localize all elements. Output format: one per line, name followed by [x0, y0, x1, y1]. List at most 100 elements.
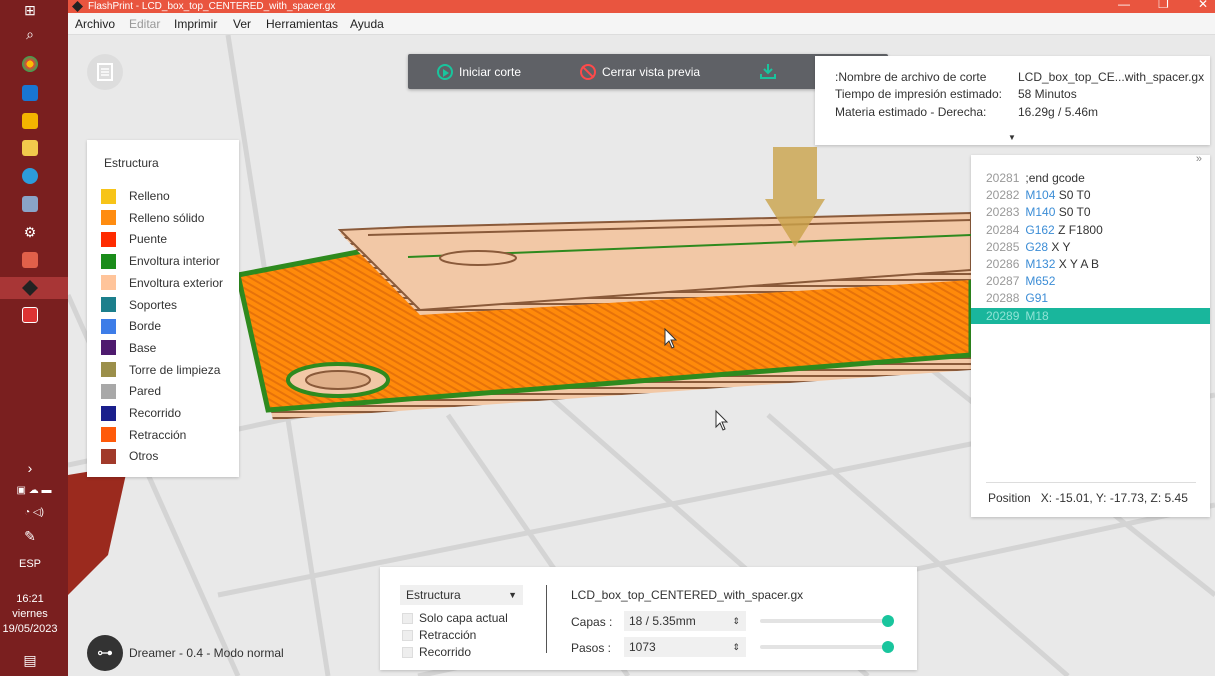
- filename-label: LCD_box_top_CENTERED_with_spacer.gx: [571, 588, 804, 602]
- dropdown-arrow-icon: ▼: [508, 590, 517, 600]
- edge-icon[interactable]: [22, 168, 38, 184]
- structure-legend: Estructura Relleno Relleno sólido Puente En…: [87, 140, 239, 477]
- windows-start-icon[interactable]: ⊞: [20, 0, 40, 20]
- gcode-line[interactable]: 20284 G162 Z F1800: [971, 222, 1210, 238]
- export-button[interactable]: [759, 62, 777, 80]
- line-number: 20287: [986, 274, 1020, 289]
- spinner-arrows-icon[interactable]: ⇕: [732, 637, 740, 657]
- menu-ayuda[interactable]: Ayuda: [350, 17, 384, 31]
- close-preview-label: Cerrar vista previa: [602, 65, 701, 79]
- gcode-line[interactable]: 20289 M18: [971, 307, 1210, 324]
- layer-control-panel: Estructura ▼ Solo capa actual Retracción…: [380, 567, 917, 670]
- layers-spinbox[interactable]: 18 / 5.35mm ⇕: [624, 611, 746, 631]
- gcode-args: S0 T0: [1055, 205, 1091, 220]
- photos-icon[interactable]: [22, 196, 38, 212]
- start-slice-label: Iniciar corte: [459, 65, 522, 79]
- network-volume-icon[interactable]: ◔ ◁): [4, 502, 64, 522]
- view-mode-select[interactable]: Estructura ▼: [400, 585, 523, 605]
- legend-swatch: [101, 297, 116, 312]
- steps-spinbox[interactable]: 1073 ⇕: [624, 637, 746, 657]
- notifications-icon[interactable]: ▤: [20, 650, 40, 670]
- document-button[interactable]: [87, 54, 123, 90]
- chk-retraction-label: Retracción: [419, 628, 477, 642]
- legend-item: Recorrido: [101, 405, 181, 421]
- cancel-icon: [580, 64, 596, 80]
- gcode-line[interactable]: 20282 M104 S0 T0: [971, 187, 1210, 203]
- checkbox-icon: [402, 646, 413, 658]
- legend-item: Soportes: [101, 297, 177, 313]
- store-icon[interactable]: [22, 113, 38, 129]
- slider-handle[interactable]: [882, 615, 894, 627]
- menu-bar: Archivo Editar Imprimir Ver Herramientas…: [68, 13, 1215, 35]
- gcode-line[interactable]: 20283 M140 S0 T0: [971, 204, 1210, 220]
- close-button[interactable]: ✕: [1198, 0, 1208, 11]
- gcode-args: S0 T0: [1055, 188, 1091, 203]
- line-number: 20288: [986, 291, 1020, 306]
- steps-slider[interactable]: [760, 641, 894, 653]
- minimize-button[interactable]: —: [1118, 0, 1130, 11]
- gcode-line[interactable]: 20285 G28 X Y: [971, 239, 1210, 255]
- gcode-args: X Y A B: [1055, 257, 1099, 271]
- chk-current-layer[interactable]: Solo capa actual: [402, 611, 508, 625]
- collapse-arrow-icon[interactable]: ▼: [1008, 133, 1016, 142]
- language-indicator[interactable]: ESP: [0, 557, 60, 572]
- download-icon: [760, 64, 776, 79]
- tray-icons[interactable]: ▣ ☁ ▬: [4, 480, 64, 500]
- legend-label: Relleno sólido: [129, 210, 205, 225]
- pen-icon[interactable]: ✎: [20, 526, 40, 546]
- chk-travel[interactable]: Recorrido: [402, 645, 471, 659]
- line-number: 20284: [986, 222, 1020, 237]
- pdf-reader-icon[interactable]: [22, 307, 38, 323]
- gcode-line[interactable]: 20281 ;end gcode: [971, 170, 1210, 186]
- folder-icon[interactable]: [22, 140, 38, 156]
- position-readout: Position X: -15.01, Y: -17.73, Z: 5.45: [988, 491, 1188, 505]
- mail-icon[interactable]: [22, 85, 38, 101]
- settings-icon[interactable]: ⚙: [20, 222, 40, 242]
- gcode-line[interactable]: 20286 M132 X Y A B: [971, 256, 1210, 272]
- chevron-right-icon[interactable]: ›: [20, 458, 40, 478]
- menu-imprimir[interactable]: Imprimir: [174, 17, 217, 31]
- app-icon[interactable]: [22, 252, 38, 268]
- checkbox-icon: [402, 612, 413, 624]
- legend-swatch: [101, 231, 116, 247]
- gcode-command: M140: [1025, 205, 1056, 220]
- legend-label: Puente: [129, 232, 168, 247]
- printer-status-button[interactable]: ⊶: [87, 635, 123, 671]
- legend-item: Envoltura interior: [101, 253, 220, 269]
- clock-time[interactable]: 16:21: [0, 592, 60, 607]
- gcode-command: M132: [1025, 257, 1056, 271]
- menu-ver[interactable]: Ver: [233, 17, 251, 31]
- legend-swatch: [101, 210, 116, 226]
- legend-item: Puente: [101, 231, 167, 247]
- file-label: Nombre de archivo de corte:: [835, 70, 987, 84]
- gcode-args: ;end gcode: [1025, 171, 1085, 185]
- legend-label: Otros: [129, 449, 159, 464]
- chk-retraction[interactable]: Retracción: [402, 628, 476, 642]
- legend-swatch: [101, 362, 116, 378]
- menu-editar[interactable]: Editar: [129, 17, 160, 31]
- expand-icon[interactable]: »: [1196, 153, 1202, 165]
- maximize-button[interactable]: ❐: [1158, 0, 1169, 11]
- menu-archivo[interactable]: Archivo: [75, 17, 115, 31]
- view-mode-value: Estructura: [406, 588, 461, 602]
- spinner-arrows-icon[interactable]: ⇕: [732, 611, 740, 631]
- gcode-command: G91: [1025, 291, 1049, 306]
- slider-handle[interactable]: [882, 641, 894, 653]
- legend-item: Relleno: [101, 188, 170, 204]
- layers-slider[interactable]: [760, 615, 894, 627]
- chrome-icon[interactable]: [22, 56, 38, 72]
- start-slice-button[interactable]: Iniciar corte: [437, 64, 521, 80]
- legend-label: Retracción: [129, 427, 187, 442]
- layers-value: 18 / 5.35mm: [629, 614, 696, 628]
- legend-label: Borde: [129, 319, 162, 334]
- clock-date: 19/05/2023: [2, 623, 58, 635]
- gcode-panel[interactable]: » 20281 ;end gcode 20282 M104 S0 T0 20283 M14…: [971, 153, 1210, 517]
- close-preview-button[interactable]: Cerrar vista previa: [580, 64, 700, 80]
- line-number: 20282: [986, 188, 1020, 203]
- gcode-args: Z F1800: [1054, 222, 1103, 237]
- legend-swatch: [101, 253, 116, 269]
- search-icon[interactable]: ⌕: [20, 24, 40, 44]
- gcode-line[interactable]: 20287 M652: [971, 273, 1210, 289]
- gcode-line[interactable]: 20288 G91: [971, 290, 1210, 306]
- menu-herramientas[interactable]: Herramientas: [266, 17, 338, 31]
